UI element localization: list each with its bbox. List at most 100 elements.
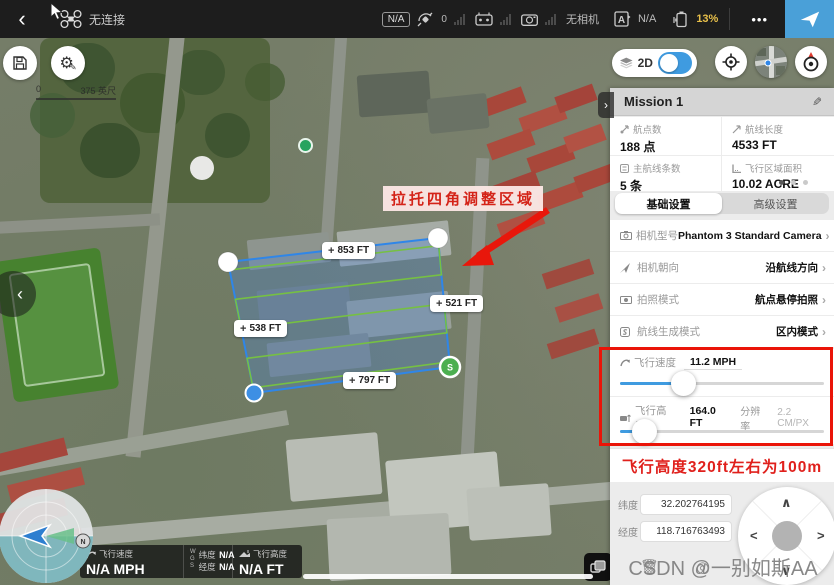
drag-handle-icon: + [436, 298, 442, 310]
map-mode-control[interactable]: 2D [612, 49, 697, 77]
stat-value: 5 条 [620, 177, 721, 194]
dpad-center[interactable] [772, 521, 802, 551]
latitude-field[interactable]: 32.202764195 [640, 494, 732, 515]
chevron-right-icon: › [826, 229, 830, 243]
home-indicator[interactable] [303, 574, 593, 579]
speed-slider-knob[interactable] [671, 371, 696, 396]
setting-camera-model[interactable]: 相机型号 Phantom 3 Standard Camera › [610, 220, 834, 252]
altitude-slider-row: 飞行高度 164.0 FT 分辨率 2.2 CM/PX [610, 397, 834, 445]
stat-waypoints: 航点数 188 点 [610, 117, 722, 156]
corner-handle-bottom-left[interactable] [246, 385, 263, 402]
chevron-left-icon: ‹ [17, 284, 23, 305]
setting-value: 沿航线方向 [766, 260, 819, 275]
stat-value: 4533 FT [732, 138, 834, 152]
longitude-field[interactable]: 118.716763493 [640, 521, 732, 542]
scale-start-label: 0 [36, 84, 41, 97]
camera-icon [620, 231, 632, 240]
attitude-compass-widget[interactable]: N [0, 487, 96, 585]
longitude-label: 经度 [618, 524, 640, 539]
mission-settings-button[interactable]: ⚙ ✎ [51, 46, 85, 80]
edge-length-bottom-label: 797 FT [358, 375, 390, 386]
altitude-value: N/A FT [239, 561, 294, 577]
mission-polygon[interactable] [228, 238, 450, 393]
waypoint-icon [620, 125, 629, 134]
telemetry-altitude: 飞行高度 N/A FT [232, 545, 300, 578]
wgs-s: S [190, 563, 196, 570]
mouse-cursor [50, 2, 64, 22]
altitude-slider-track[interactable] [620, 430, 824, 433]
app-screen: S + 853 FT + 521 FT + 538 FT + 797 FT 拉托… [0, 0, 834, 585]
status-topbar: ‹ 无连接 N/A 0 [0, 0, 834, 38]
locate-me-button[interactable] [715, 46, 747, 78]
setting-camera-orientation[interactable]: 相机朝向 沿航线方向 › [610, 252, 834, 284]
drag-handle-icon: + [240, 323, 246, 335]
corner-handle-top-left[interactable] [218, 252, 238, 272]
toggle-knob [660, 54, 678, 72]
corner-handle-top-right[interactable] [428, 228, 448, 248]
speed-slider-row: 飞行速度 11.2 MPH [610, 349, 834, 397]
tab-basic-settings[interactable]: 基础设置 [615, 193, 722, 214]
setting-route-mode[interactable]: 航线生成模式 区内模式 › [610, 316, 834, 348]
longitude-value: 118.716763493 [656, 526, 725, 537]
latitude-value: 32.202764195 [661, 499, 725, 510]
stat-value: 188 点 [620, 138, 721, 155]
gps-signal-bars [454, 14, 465, 25]
setting-photo-mode[interactable]: 拍照模式 航点悬停拍照 › [610, 284, 834, 316]
main-lines-icon [620, 164, 629, 173]
altitude-slider-knob[interactable] [632, 419, 657, 444]
nudge-right-button[interactable]: > [817, 528, 825, 543]
locate-icon [722, 53, 740, 71]
takeoff-button[interactable] [785, 0, 834, 38]
flight-sliders: 飞行速度 11.2 MPH 飞行高度 164.0 FT 分辨率 2.2 CM/P… [610, 349, 834, 445]
save-mission-button[interactable] [3, 46, 37, 80]
camera-signal-bars [545, 14, 556, 25]
minimap-thumbnail-button[interactable] [755, 46, 787, 78]
picture-in-picture-icon [590, 560, 606, 574]
edit-pencil-icon: ✎ [70, 63, 77, 72]
chevron-right-icon: › [604, 98, 608, 112]
stat-main-lines: 主航线条数 5 条 [610, 156, 722, 195]
drag-handle-icon: + [328, 245, 334, 257]
route-length-icon [732, 125, 741, 134]
telemetry-coords: W G S 纬度N/A 经度N/A [183, 545, 232, 578]
mode-2d-toggle[interactable] [658, 52, 692, 74]
back-button[interactable]: ‹ [0, 0, 44, 38]
edit-mission-icon[interactable]: ✎ [812, 95, 822, 109]
nudge-left-button[interactable]: < [750, 528, 758, 543]
svg-text:A: A [618, 15, 625, 26]
edge-length-top[interactable]: + 853 FT [322, 242, 375, 259]
altitude-icon [239, 550, 250, 559]
more-menu-button[interactable]: ••• [741, 12, 778, 27]
minimap-icon [755, 46, 787, 78]
edge-length-right[interactable]: + 521 FT [430, 295, 483, 312]
stat-label: 航线长度 [745, 122, 783, 136]
area-icon [732, 164, 741, 173]
camera-status-icon [521, 13, 538, 26]
stats-pagination-dots[interactable] [779, 180, 808, 185]
edge-length-bottom[interactable]: + 797 FT [343, 372, 396, 389]
setting-value: 区内模式 [776, 324, 818, 339]
stat-route-length: 航线长度 4533 FT [722, 117, 834, 156]
drag-handle-icon: + [349, 375, 355, 387]
chevron-right-icon: › [822, 261, 826, 275]
tab-advanced-settings[interactable]: 高级设置 [722, 193, 829, 214]
compass-reset-button[interactable] [795, 46, 827, 78]
setting-label: 拍照模式 [637, 292, 755, 307]
speed-setting-label: 飞行速度 [634, 355, 676, 370]
gps-mode-badge[interactable]: N/A [382, 12, 411, 27]
save-icon [12, 55, 28, 71]
telemetry-bar: 飞行速度 N/A MPH W G S 纬度N/A 经度N/A 飞行高度 [80, 545, 302, 578]
orientation-icon [620, 263, 630, 273]
resolution-label: 分辨率 [740, 403, 769, 433]
nudge-up-button[interactable]: ∧ [781, 495, 792, 511]
mission-title: Mission 1 [624, 94, 683, 109]
speed-slider-track[interactable] [620, 382, 824, 385]
stat-label: 飞行区域面积 [745, 161, 802, 175]
topbar-divider [729, 8, 730, 30]
speed-setting-value[interactable]: 11.2 MPH [684, 356, 742, 370]
panel-collapse-tab[interactable]: › [598, 92, 614, 118]
satellite-icon [417, 12, 434, 27]
altitude-setting-value[interactable]: 164.0 FT [684, 405, 737, 431]
compass-icon [801, 52, 821, 72]
edge-length-left[interactable]: + 538 FT [234, 320, 287, 337]
